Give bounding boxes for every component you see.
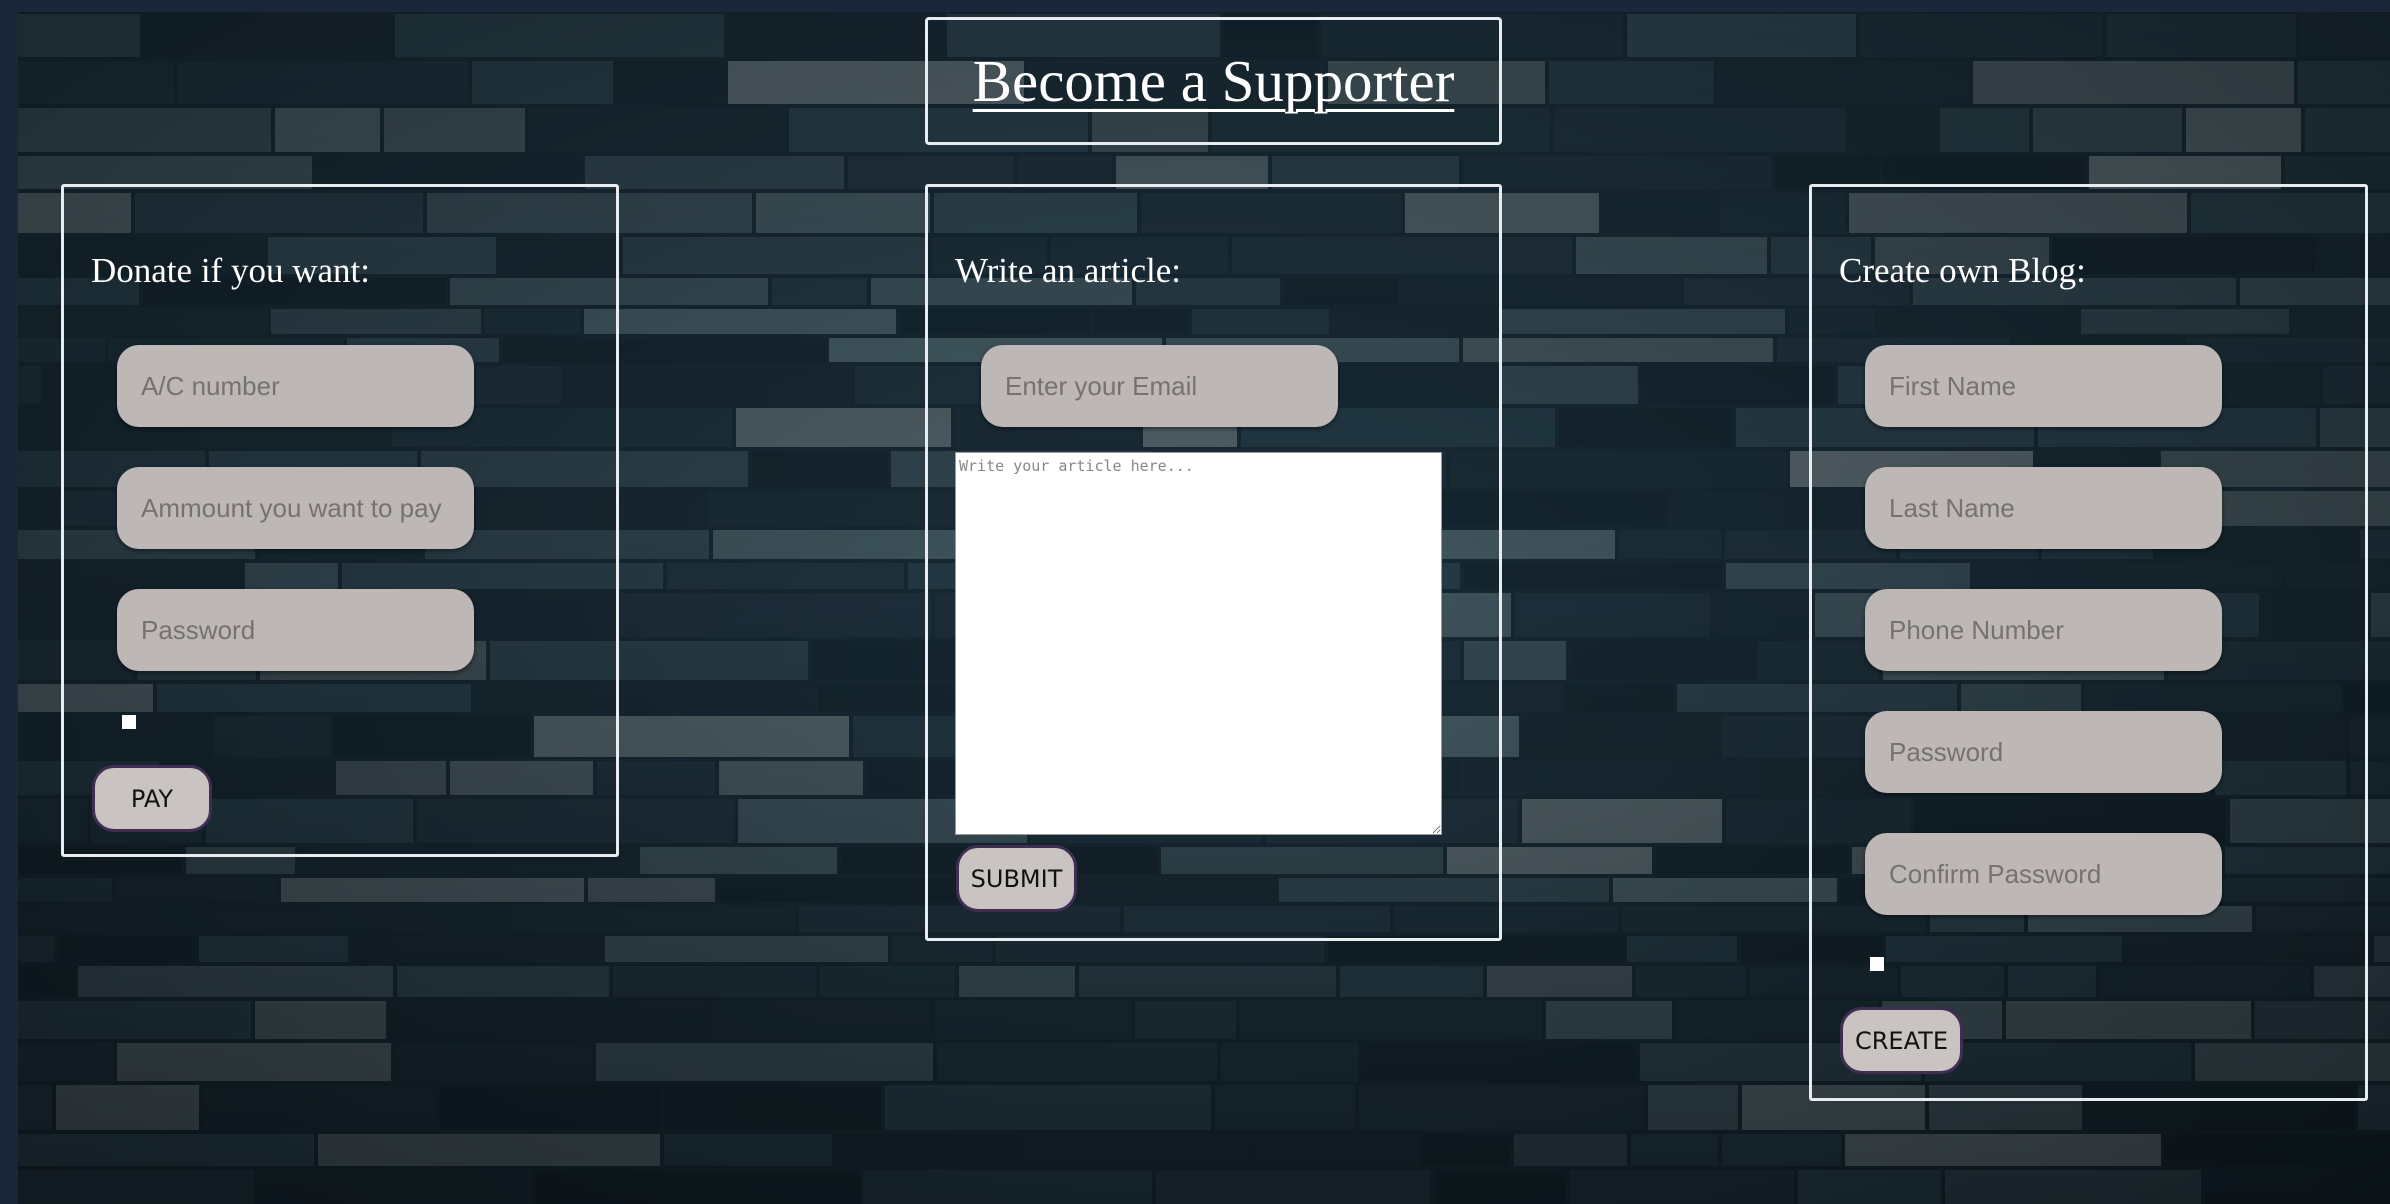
blog-heading: Create own Blog: — [1839, 251, 2086, 290]
email-input[interactable] — [981, 345, 1338, 427]
article-heading: Write an article: — [955, 251, 1181, 290]
submit-button[interactable]: SUBMIT — [956, 845, 1077, 912]
blog-password-input[interactable] — [1865, 711, 2222, 793]
page-title-box: Become a Supporter — [925, 17, 1502, 145]
donate-checkbox[interactable] — [122, 715, 136, 729]
article-textarea[interactable] — [955, 452, 1442, 835]
page-title: Become a Supporter — [972, 47, 1455, 114]
pay-button[interactable]: PAY — [92, 765, 212, 832]
phone-number-input[interactable] — [1865, 589, 2222, 671]
donate-password-input[interactable] — [117, 589, 474, 671]
donate-panel: Donate if you want: PAY — [61, 184, 619, 857]
donate-heading: Donate if you want: — [91, 251, 370, 290]
first-name-input[interactable] — [1865, 345, 2222, 427]
last-name-input[interactable] — [1865, 467, 2222, 549]
blog-panel: Create own Blog: CREATE — [1809, 184, 2368, 1101]
account-number-input[interactable] — [117, 345, 474, 427]
amount-input[interactable] — [117, 467, 474, 549]
create-button[interactable]: CREATE — [1840, 1007, 1963, 1074]
confirm-password-input[interactable] — [1865, 833, 2222, 915]
blog-checkbox[interactable] — [1870, 957, 1884, 971]
